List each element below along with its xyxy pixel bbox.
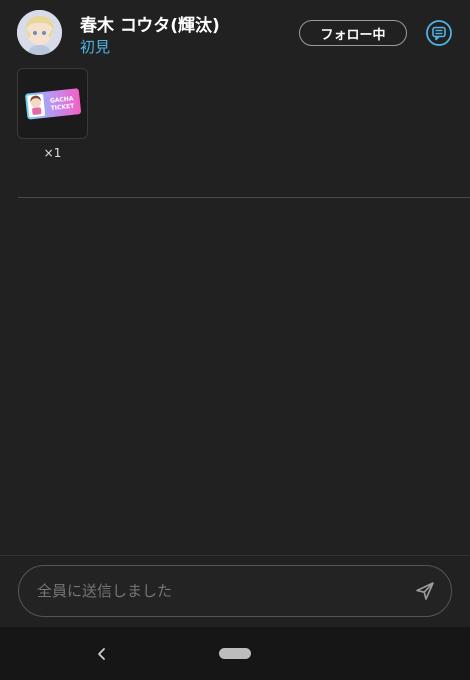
profile-header: 春木 コウタ(輝汰) 初見 フォロー中	[0, 0, 470, 66]
back-chevron-icon[interactable]	[94, 644, 110, 664]
message-input-bar	[18, 565, 452, 617]
chat-bubble-icon[interactable]	[425, 19, 453, 47]
gacha-ticket-icon: GACHA TICKET	[25, 88, 82, 120]
gift-count: ×1	[43, 146, 62, 160]
user-name: 春木 コウタ(輝汰)	[80, 16, 220, 36]
send-icon[interactable]	[414, 580, 436, 602]
user-rank: 初見	[80, 38, 111, 56]
message-input[interactable]	[37, 566, 397, 616]
gift-item-card[interactable]: GACHA TICKET	[17, 68, 88, 139]
follow-button[interactable]: フォロー中	[299, 20, 407, 46]
avatar[interactable]	[17, 10, 62, 55]
home-pill-icon[interactable]	[219, 648, 251, 659]
input-divider	[0, 555, 470, 556]
system-nav-bar	[0, 627, 470, 680]
section-divider	[18, 197, 470, 198]
